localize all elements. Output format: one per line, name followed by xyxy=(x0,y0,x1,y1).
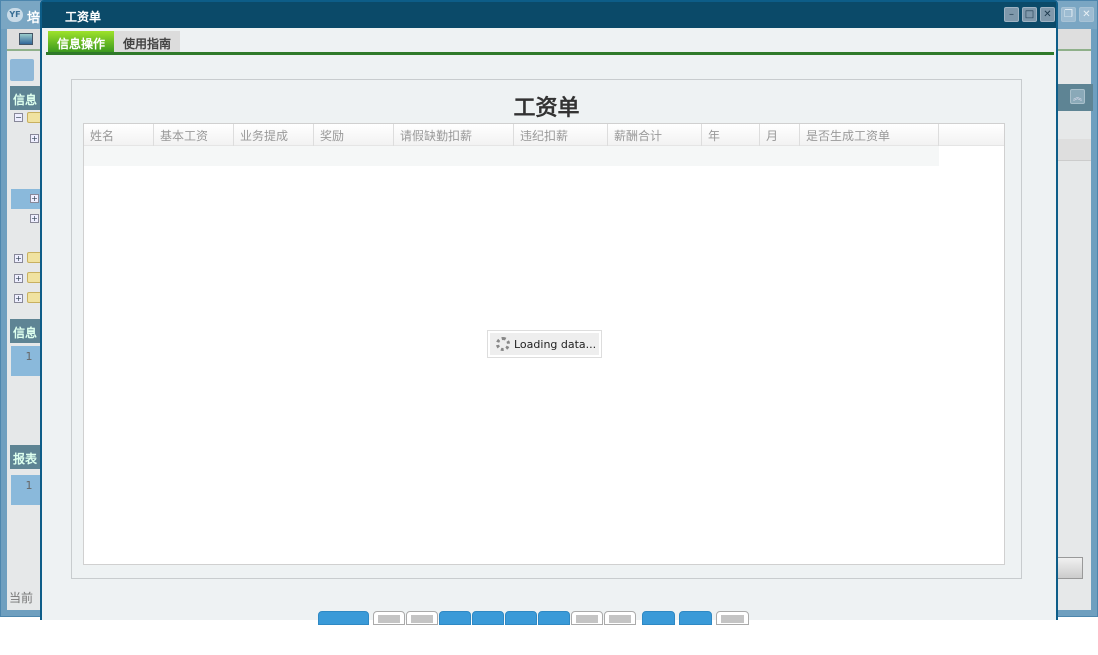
loading-text: Loading data... xyxy=(514,338,597,351)
expand-icon[interactable]: + xyxy=(14,294,23,303)
action-button[interactable] xyxy=(505,611,537,625)
action-button[interactable] xyxy=(571,611,603,625)
tab-info-operation[interactable]: 信息操作 xyxy=(48,31,115,52)
column-header[interactable]: 姓名 xyxy=(84,124,154,146)
action-button[interactable] xyxy=(439,611,471,625)
column-header[interactable]: 薪酬合计 xyxy=(608,124,702,146)
action-button[interactable] xyxy=(604,611,636,625)
close-icon[interactable]: ✕ xyxy=(1079,7,1094,22)
left-sidebar: 信息 − + + + + + + 信息 1 报表 1 当前 xyxy=(5,29,51,605)
content-panel: 工资单 姓名 基本工资 业务提成 奖励 请假缺勤扣薪 违纪扣薪 薪酬合计 年 月… xyxy=(71,79,1022,579)
action-button[interactable] xyxy=(679,611,712,625)
salary-grid: 姓名 基本工资 业务提成 奖励 请假缺勤扣薪 违纪扣薪 薪酬合计 年 月 是否生… xyxy=(83,123,1005,565)
column-header[interactable]: 年 xyxy=(702,124,760,146)
salary-dialog: 工资单 – □ ✕ 信息操作 使用指南 工资单 姓名 基本工资 业务提成 奖励 … xyxy=(40,0,1058,625)
close-icon[interactable]: ✕ xyxy=(1040,7,1055,22)
expand-icon[interactable]: + xyxy=(30,194,39,203)
column-header[interactable]: 请假缺勤扣薪 xyxy=(394,124,514,146)
right-grid-header xyxy=(1057,139,1091,161)
tab-user-guide[interactable]: 使用指南 xyxy=(114,31,181,52)
expand-icon[interactable]: + xyxy=(30,134,39,143)
grid-header: 姓名 基本工资 业务提成 奖励 请假缺勤扣薪 违纪扣薪 薪酬合计 年 月 是否生… xyxy=(84,124,1004,146)
collapse-icon[interactable]: − xyxy=(14,113,23,122)
loading-indicator: Loading data... xyxy=(490,333,599,355)
column-header[interactable]: 月 xyxy=(760,124,800,146)
action-button[interactable] xyxy=(642,611,675,625)
column-header[interactable]: 业务提成 xyxy=(234,124,314,146)
expand-icon[interactable]: + xyxy=(14,274,23,283)
dialog-title-bar[interactable]: 工资单 – □ ✕ xyxy=(42,2,1056,28)
tab-bar: 信息操作 使用指南 xyxy=(46,31,1054,55)
status-text: 当前 xyxy=(9,591,34,605)
expand-icon[interactable]: + xyxy=(14,254,23,263)
column-header[interactable]: 基本工资 xyxy=(154,124,234,146)
action-button[interactable] xyxy=(472,611,504,625)
action-button[interactable] xyxy=(373,611,405,625)
spinner-icon xyxy=(496,337,510,351)
column-header[interactable]: 是否生成工资单 xyxy=(800,124,939,146)
dialog-title: 工资单 xyxy=(65,10,102,24)
loading-mask: Loading data... xyxy=(487,330,602,358)
restore-icon[interactable]: ❐ xyxy=(1061,7,1076,22)
minimize-icon[interactable]: – xyxy=(1004,7,1019,22)
collapse-up-icon[interactable]: ︽ xyxy=(1070,89,1085,104)
background-title: 培 xyxy=(27,11,41,26)
app-logo-icon: YF xyxy=(7,8,23,22)
dialog-body: 信息操作 使用指南 工资单 姓名 基本工资 业务提成 奖励 请假缺勤扣薪 违纪扣… xyxy=(42,28,1056,625)
action-button[interactable] xyxy=(406,611,438,625)
action-button[interactable] xyxy=(538,611,570,625)
action-button[interactable] xyxy=(318,611,369,625)
scrollbar[interactable] xyxy=(1057,557,1083,579)
expand-icon[interactable]: + xyxy=(30,214,39,223)
page-title: 工资单 xyxy=(513,95,580,121)
table-row xyxy=(84,146,939,166)
column-header[interactable]: 奖励 xyxy=(314,124,394,146)
maximize-icon[interactable]: □ xyxy=(1022,7,1037,22)
action-button[interactable] xyxy=(716,611,749,625)
search-icon[interactable] xyxy=(10,59,34,81)
column-header[interactable]: 违纪扣薪 xyxy=(514,124,608,146)
